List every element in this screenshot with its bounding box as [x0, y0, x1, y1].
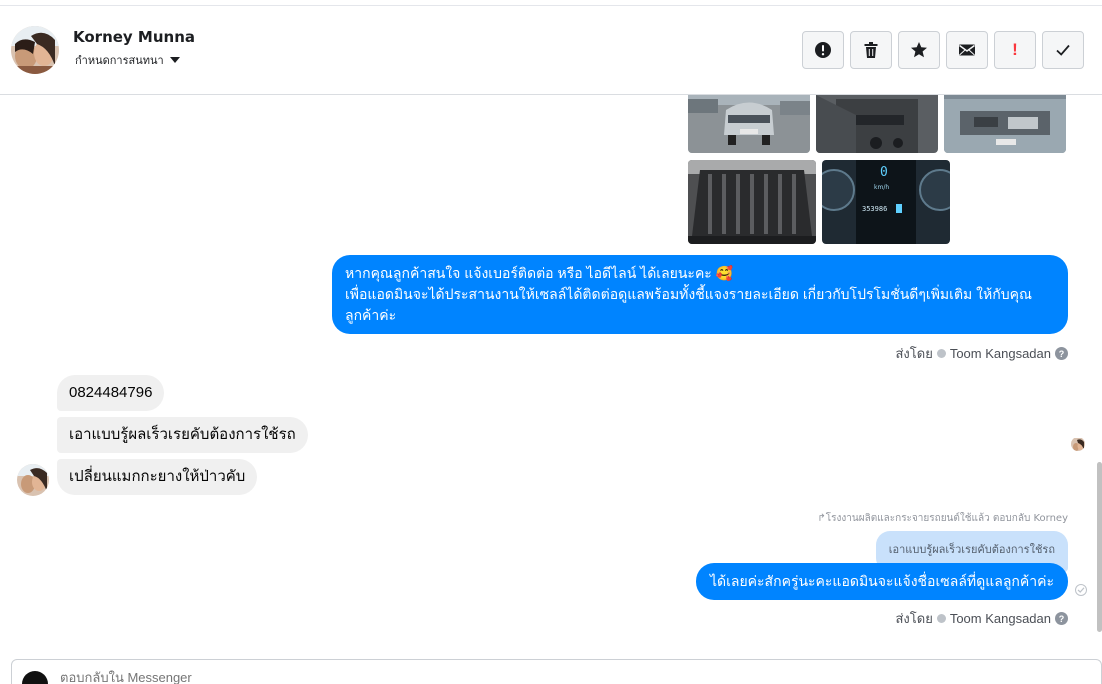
conversation-header: Korney Munna กำหนดการสนทนา !	[0, 6, 1102, 95]
seen-by-avatar	[1071, 437, 1085, 451]
help-icon[interactable]: ?	[1055, 347, 1068, 360]
header-actions: !	[802, 31, 1084, 69]
contact-avatar[interactable]	[11, 26, 59, 74]
sent-by-name[interactable]: Toom Kangsadan	[950, 611, 1051, 626]
thread-scrollbar[interactable]	[1097, 462, 1102, 632]
reply-note-text: โรงงานผลิตและกระจายรถยนต์ใช้แล้ว ตอบกลับ…	[825, 513, 1068, 524]
car-photo-front[interactable]	[688, 95, 810, 153]
car-photo-interior[interactable]	[816, 95, 938, 153]
contact-avatar-small[interactable]	[17, 464, 49, 496]
envelope-icon	[959, 44, 975, 56]
delete-button[interactable]	[850, 31, 892, 69]
page-badge-icon	[936, 614, 946, 623]
checkmark-icon	[1056, 44, 1070, 56]
caret-down-icon	[169, 57, 180, 63]
incoming-message[interactable]: เอาแบบรู้ผลเร็วเรยคับต้องการใช้รถ	[57, 417, 308, 453]
mark-important-button[interactable]: !	[994, 31, 1036, 69]
car-photo-engine[interactable]	[944, 95, 1066, 153]
speed-readout: 0	[880, 165, 888, 180]
incoming-message[interactable]: 0824484796	[57, 375, 165, 411]
assign-label: กำหนดการสนทนา	[75, 54, 164, 67]
page-badge-icon	[936, 349, 946, 358]
page-avatar	[22, 671, 48, 684]
trash-icon	[864, 42, 878, 58]
reply-arrow-icon: ↱	[817, 513, 826, 524]
car-photo-bed-liner[interactable]	[688, 160, 816, 244]
mark-done-button[interactable]	[1042, 31, 1084, 69]
sent-by-prefix: ส่งโดย	[895, 346, 933, 361]
message-thread: 0 km/h 353986 หากคุณลูกค้าสนใจ แจ้งเบอร์…	[0, 95, 1102, 655]
mark-unread-button[interactable]	[946, 31, 988, 69]
sent-by-prefix: ส่งโดย	[895, 611, 933, 626]
incoming-message[interactable]: เปลี่ยนแมกกะยางให้ป่าวคับ	[57, 459, 258, 495]
red-exclamation-icon: !	[1012, 40, 1018, 59]
star-icon	[911, 42, 927, 58]
delivered-check-icon	[1075, 584, 1087, 596]
outgoing-message[interactable]: หากคุณลูกค้าสนใจ แจ้งเบอร์ติดต่อ หรือ ไอ…	[332, 255, 1068, 334]
mark-spam-button[interactable]	[802, 31, 844, 69]
car-photo-dashboard[interactable]: 0 km/h 353986	[822, 160, 950, 244]
reply-context: ↱โรงงานผลิตและกระจายรถยนต์ใช้แล้ว ตอบกลั…	[817, 511, 1068, 526]
star-button[interactable]	[898, 31, 940, 69]
contact-name[interactable]: Korney Munna	[73, 28, 195, 46]
speed-unit: km/h	[874, 184, 889, 191]
sent-by-name[interactable]: Toom Kangsadan	[950, 346, 1051, 361]
sent-by-label: ส่งโดย Toom Kangsadan ?	[895, 608, 1068, 629]
sent-by-label: ส่งโดย Toom Kangsadan ?	[895, 343, 1068, 364]
reply-input[interactable]	[60, 670, 660, 684]
message-composer[interactable]	[11, 659, 1102, 684]
exclamation-circle-icon	[815, 42, 831, 58]
outgoing-reply-message[interactable]: ได้เลยค่ะสักครู่นะคะแอดมินจะแจ้งชื่อเซลล…	[695, 563, 1068, 600]
assign-conversation-dropdown[interactable]: กำหนดการสนทนา	[75, 51, 180, 69]
odometer-readout: 353986	[862, 205, 887, 213]
help-icon[interactable]: ?	[1055, 612, 1068, 625]
